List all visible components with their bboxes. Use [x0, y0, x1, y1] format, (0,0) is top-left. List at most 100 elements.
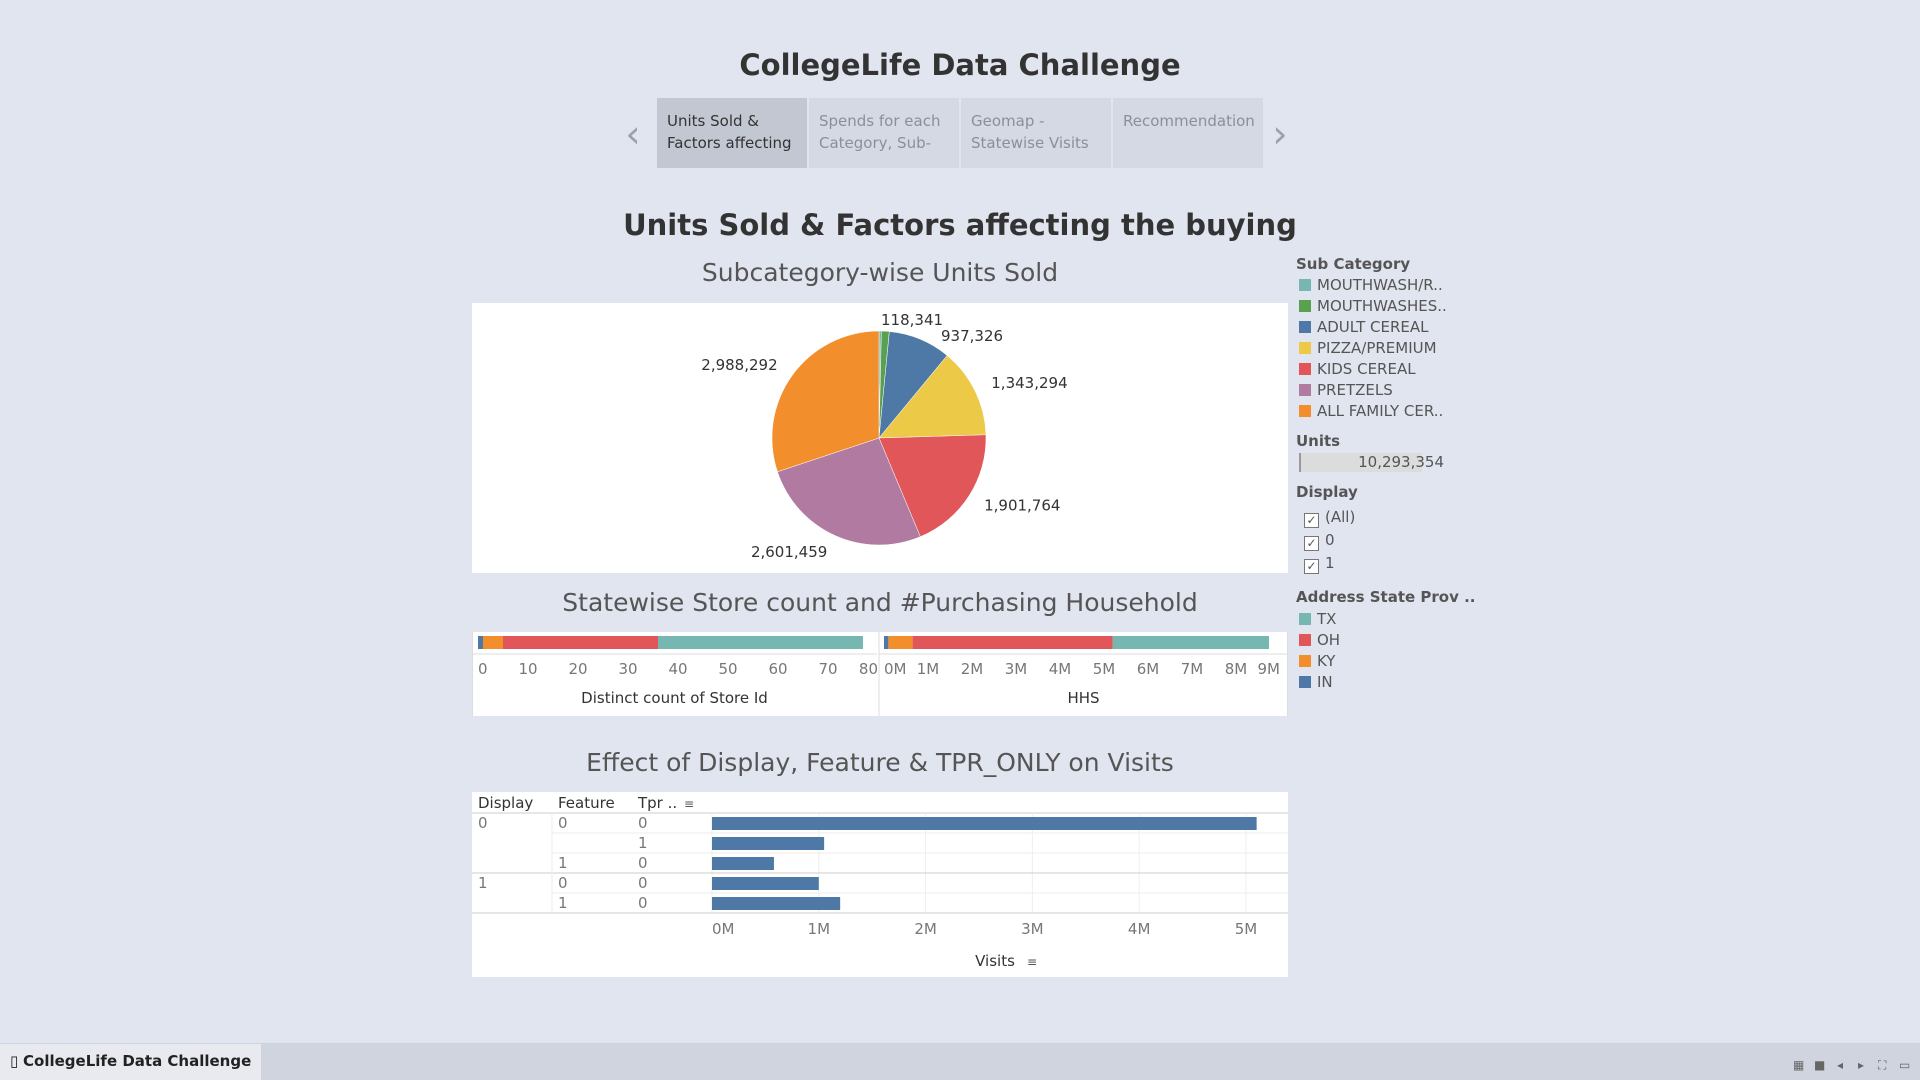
visits-bar: [712, 897, 841, 910]
legend-swatch: [1299, 384, 1311, 396]
sub-category-legend-item[interactable]: KIDS CEREAL: [1299, 360, 1416, 380]
x-tick-label: 50: [718, 660, 737, 678]
prev-story-arrow-icon[interactable]: ‹: [618, 112, 648, 156]
pie-data-label: 937,326: [941, 327, 1003, 345]
column-header: Display: [478, 794, 533, 812]
legend-label: KY: [1317, 652, 1336, 670]
stacked-chart-title: Statewise Store count and #Purchasing Ho…: [562, 588, 1198, 617]
display-filter-1[interactable]: ✓ 1: [1304, 554, 1335, 574]
stacked-bar-segment: [888, 636, 913, 649]
workbook-tab[interactable]: ▯ CollegeLife Data Challenge: [0, 1044, 262, 1080]
stacked-bar-chart: 0 10 20 30 40 50 60 70 80 Distinct count of Store…: [472, 632, 1288, 716]
workbook-tab-label: CollegeLife Data Challenge: [23, 1052, 252, 1070]
x-tick-label: 60: [768, 660, 787, 678]
dashboard-title: Units Sold & Factors affecting the buyin…: [623, 208, 1297, 242]
row-tpr-value: 1: [638, 834, 648, 852]
filter-option-label: 1: [1325, 554, 1335, 572]
stacked-bar-segment: [483, 636, 503, 649]
x-tick-label: 30: [618, 660, 637, 678]
sort-icon: ≡: [684, 797, 694, 811]
stacked-chart-panel: 0 10 20 30 40 50 60 70 80 Distinct count of Store…: [472, 632, 1288, 716]
state-legend-item[interactable]: OH: [1299, 631, 1340, 651]
x-tick-label: 7M: [1181, 660, 1204, 678]
legend-label: PIZZA/PREMIUM: [1317, 339, 1437, 357]
pie-chart-title: Subcategory-wise Units Sold: [701, 258, 1059, 287]
square-icon[interactable]: ■: [1814, 1058, 1825, 1072]
legend-label: MOUTHWASH/R..: [1317, 276, 1443, 294]
present-icon[interactable]: ▭: [1899, 1058, 1910, 1072]
stacked-bar-segment: [503, 636, 658, 649]
row-feature-value: 0: [558, 814, 568, 832]
visits-bar-chart: Display Feature Tpr .. ≡ 0M 1M 2M 3M 4M 5M 0 0 0 1 1 0 1…: [472, 794, 1288, 970]
sub-category-legend-item[interactable]: PIZZA/PREMIUM: [1299, 339, 1437, 359]
pie-data-label: 2,601,459: [751, 543, 827, 561]
x-tick-label: 1M: [917, 660, 940, 678]
checkbox-checked-icon[interactable]: ✓: [1304, 513, 1319, 528]
legend-swatch: [1299, 300, 1311, 312]
app-title: CollegeLife Data Challenge: [739, 48, 1181, 82]
sub-category-legend-item[interactable]: ADULT CEREAL: [1299, 318, 1428, 338]
fullscreen-icon[interactable]: ⛶: [1878, 1058, 1886, 1073]
story-tab-label: Spends for each: [819, 112, 941, 130]
story-tab-label: Category, Sub-: [819, 134, 932, 152]
back-icon[interactable]: ◂: [1837, 1058, 1843, 1072]
state-legend-item[interactable]: TX: [1299, 610, 1336, 630]
legend-swatch: [1299, 405, 1311, 417]
x-tick-label: 3M: [1005, 660, 1028, 678]
x-tick-label: 8M: [1225, 660, 1248, 678]
state-legend-item[interactable]: KY: [1299, 652, 1335, 672]
sub-category-legend-item[interactable]: MOUTHWASHES..: [1299, 297, 1447, 317]
sub-category-legend-item[interactable]: MOUTHWASH/R..: [1299, 276, 1443, 296]
x-tick-label: 6M: [1137, 660, 1160, 678]
row-tpr-value: 0: [638, 854, 648, 872]
story-tab-label: Units Sold &: [667, 112, 759, 130]
story-tab-units-sold[interactable]: Units Sold & Factors affecting: [657, 98, 807, 168]
x-axis-label: HHS: [1067, 689, 1099, 707]
pie-data-label: 2,988,292: [701, 356, 777, 374]
story-tab-geomap[interactable]: Geomap - Statewise Visits: [961, 98, 1111, 168]
x-axis-label: Distinct count of Store Id: [581, 689, 768, 707]
x-tick-label: 4M: [1049, 660, 1072, 678]
pie-chart: 118,341937,326 1,343,294 1,901,764 2,601,45…: [701, 311, 1067, 561]
stacked-bar-segment: [912, 636, 1113, 649]
sub-category-legend-item[interactable]: ALL FAMILY CER..: [1299, 402, 1443, 422]
legend-swatch: [1299, 279, 1311, 291]
row-feature-value: 1: [558, 854, 568, 872]
grid-view-icon[interactable]: ▦: [1793, 1058, 1804, 1072]
stacked-bar-segment: [658, 636, 863, 649]
legend-swatch: [1299, 321, 1311, 333]
x-tick-label: 10: [518, 660, 537, 678]
row-display-value: 1: [478, 874, 488, 892]
forward-icon[interactable]: ▸: [1858, 1058, 1864, 1072]
display-filter-0[interactable]: ✓ 0: [1304, 531, 1335, 551]
row-display-value: 0: [478, 814, 488, 832]
stacked-bar-segment: [884, 636, 889, 649]
next-story-arrow-icon[interactable]: ›: [1265, 112, 1295, 156]
pie-chart-panel: 118,341 937,326 1,343,294 1,901,764 2,601,45…: [472, 303, 1288, 573]
x-tick-label: 0M: [884, 660, 907, 678]
units-legend-title: Units: [1296, 432, 1341, 450]
x-tick-label: 1M: [808, 920, 831, 938]
legend-swatch: [1299, 363, 1311, 375]
bottom-toolbar: [0, 1043, 1920, 1080]
legend-label: MOUTHWASHES..: [1317, 297, 1447, 315]
sub-category-legend-item[interactable]: PRETZELS: [1299, 381, 1393, 401]
column-header: Tpr ..: [637, 794, 677, 812]
x-tick-label: 0M: [712, 920, 735, 938]
x-tick-label: 9M: [1258, 660, 1281, 678]
checkbox-checked-icon[interactable]: ✓: [1304, 536, 1319, 551]
legend-label: ALL FAMILY CER..: [1317, 402, 1444, 420]
book-icon: ▯: [10, 1052, 24, 1070]
pie-data-label: 1,901,764: [984, 497, 1060, 515]
legend-label: KIDS CEREAL: [1317, 360, 1416, 378]
story-tab-spends[interactable]: Spends for each Category, Sub-: [809, 98, 959, 168]
story-tab-label: Geomap -: [971, 112, 1045, 130]
row-feature-value: 0: [558, 874, 568, 892]
legend-label: IN: [1317, 673, 1333, 691]
checkbox-checked-icon[interactable]: ✓: [1304, 559, 1319, 574]
sub-category-legend-title: Sub Category: [1296, 255, 1411, 273]
x-tick-label: 40: [668, 660, 687, 678]
story-tab-recommendation[interactable]: Recommendation: [1113, 98, 1263, 168]
display-filter-all[interactable]: ✓ (All): [1304, 508, 1355, 528]
state-legend-item[interactable]: IN: [1299, 673, 1333, 693]
